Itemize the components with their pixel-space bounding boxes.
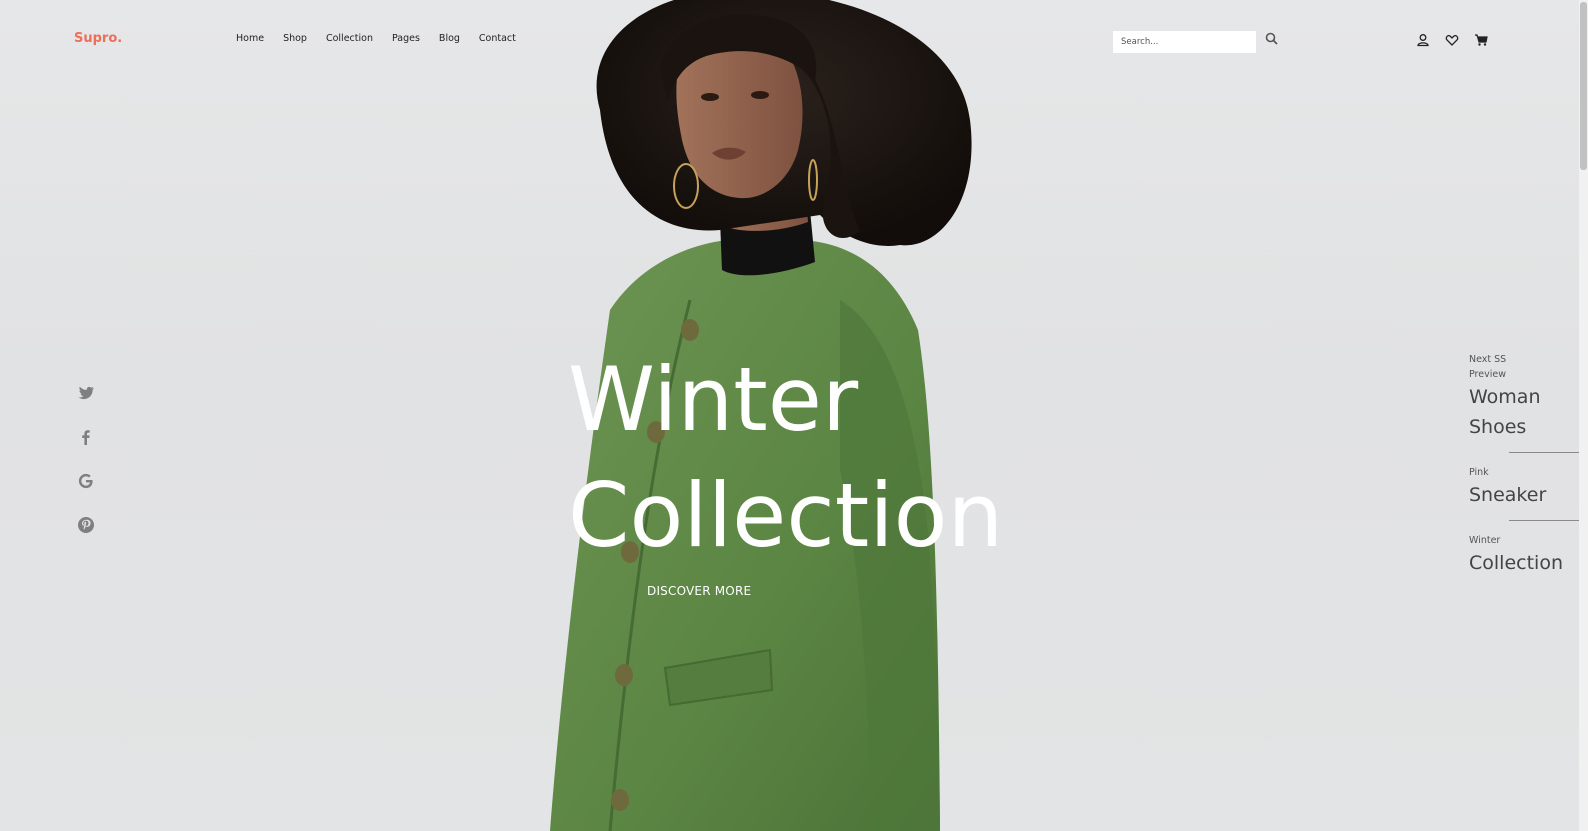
search-icon[interactable] — [1265, 31, 1279, 45]
cart-icon[interactable] — [1474, 32, 1488, 46]
slide-label: Collection — [1469, 552, 1563, 574]
slide-label: Woman Shoes — [1469, 386, 1541, 438]
page-scrollbar[interactable] — [1579, 0, 1588, 831]
slide-divider — [1509, 452, 1579, 453]
discover-more-link[interactable]: DISCOVER MORE — [647, 584, 751, 598]
slide-kicker: Next SS Preview — [1469, 354, 1507, 380]
search-input[interactable] — [1113, 31, 1256, 53]
nav-home[interactable]: Home — [236, 33, 264, 44]
page: Supro. Home Shop Collection Pages Blog C… — [0, 0, 1588, 831]
user-icon[interactable] — [1416, 32, 1430, 47]
slide-item-sneaker[interactable]: Pink Sneaker — [1469, 465, 1581, 510]
hero-title-line1: Winter — [568, 348, 859, 451]
slide-item-collection[interactable]: Winter Collection — [1469, 533, 1581, 578]
pinterest-icon[interactable] — [77, 516, 95, 534]
twitter-icon[interactable] — [77, 384, 95, 402]
main-nav: Home Shop Collection Pages Blog Contact — [236, 33, 535, 44]
site-logo[interactable]: Supro. — [74, 31, 122, 46]
slide-item-woman-shoes[interactable]: Next SS Preview Woman Shoes — [1469, 352, 1581, 442]
social-links — [77, 384, 95, 560]
nav-collection[interactable]: Collection — [326, 33, 373, 44]
nav-contact[interactable]: Contact — [479, 33, 516, 44]
nav-shop[interactable]: Shop — [283, 33, 307, 44]
slide-label: Sneaker — [1469, 484, 1547, 506]
hero-title: Winter Collection — [568, 342, 1003, 574]
heart-icon[interactable] — [1445, 32, 1459, 46]
slide-navigation: Next SS Preview Woman Shoes Pink Sneaker… — [1469, 352, 1581, 578]
nav-blog[interactable]: Blog — [439, 33, 460, 44]
scrollbar-thumb[interactable] — [1580, 2, 1587, 170]
header-actions — [1416, 32, 1503, 47]
slide-divider — [1509, 520, 1579, 521]
search-box — [1113, 29, 1256, 53]
nav-pages[interactable]: Pages — [392, 33, 420, 44]
google-icon[interactable] — [77, 472, 95, 490]
slide-kicker: Winter — [1469, 535, 1501, 546]
facebook-icon[interactable] — [77, 428, 95, 446]
slide-kicker: Pink — [1469, 467, 1489, 478]
hero-title-line2: Collection — [568, 464, 1004, 567]
